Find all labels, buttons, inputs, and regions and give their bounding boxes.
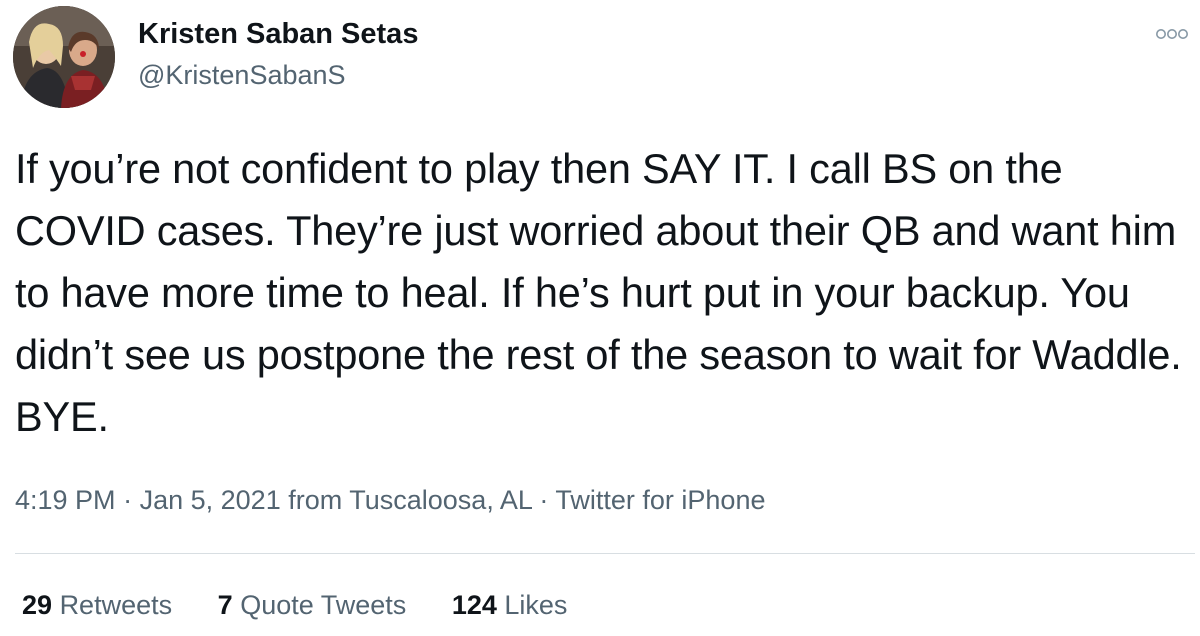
meta-separator: · xyxy=(123,485,133,515)
tweet-location: from Tuscaloosa, AL xyxy=(288,485,532,515)
tweet-time[interactable]: 4:19 PM xyxy=(15,485,116,515)
display-name[interactable]: Kristen Saban Setas xyxy=(138,16,418,52)
quote-tweets-stat[interactable]: 7 Quote Tweets xyxy=(218,585,407,625)
tweet-source[interactable]: Twitter for iPhone xyxy=(555,485,765,515)
retweets-stat[interactable]: 29 Retweets xyxy=(22,585,172,625)
retweets-label: Retweets xyxy=(59,590,173,620)
divider xyxy=(15,553,1195,554)
likes-count: 124 xyxy=(451,590,497,620)
tweet-text: If you’re not confident to play then SAY… xyxy=(15,145,1182,440)
likes-label: Likes xyxy=(504,590,568,620)
user-handle[interactable]: @KristenSabanS xyxy=(138,58,346,92)
tweet-metadata: 4:19 PM · Jan 5, 2021 from Tuscaloosa, A… xyxy=(15,480,765,520)
meta-separator: · xyxy=(539,485,549,515)
quote-tweets-label: Quote Tweets xyxy=(240,590,407,620)
tweet-card: Kristen Saban Setas @KristenSabanS If yo… xyxy=(0,0,1200,636)
quote-tweets-count: 7 xyxy=(217,590,233,620)
avatar[interactable] xyxy=(13,6,115,108)
retweets-count: 29 xyxy=(22,590,53,620)
tweet-date[interactable]: Jan 5, 2021 xyxy=(140,485,281,515)
more-options-icon[interactable] xyxy=(1154,24,1190,44)
likes-stat[interactable]: 124 Likes xyxy=(452,585,568,625)
tweet-stats: 29 Retweets 7 Quote Tweets 124 Likes xyxy=(22,585,605,625)
avatar-photo xyxy=(13,6,115,108)
